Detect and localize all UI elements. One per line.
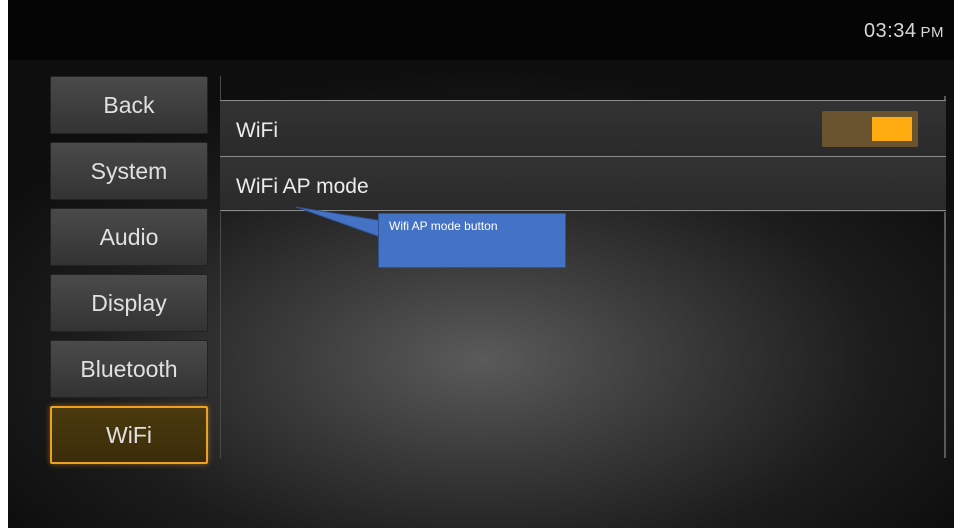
annotation-text: Wifi AP mode button xyxy=(389,219,498,233)
annotation-callout: Wifi AP mode button xyxy=(378,213,566,268)
screen: 03:34 PM Back System Audio Display Blueto… xyxy=(8,0,954,528)
